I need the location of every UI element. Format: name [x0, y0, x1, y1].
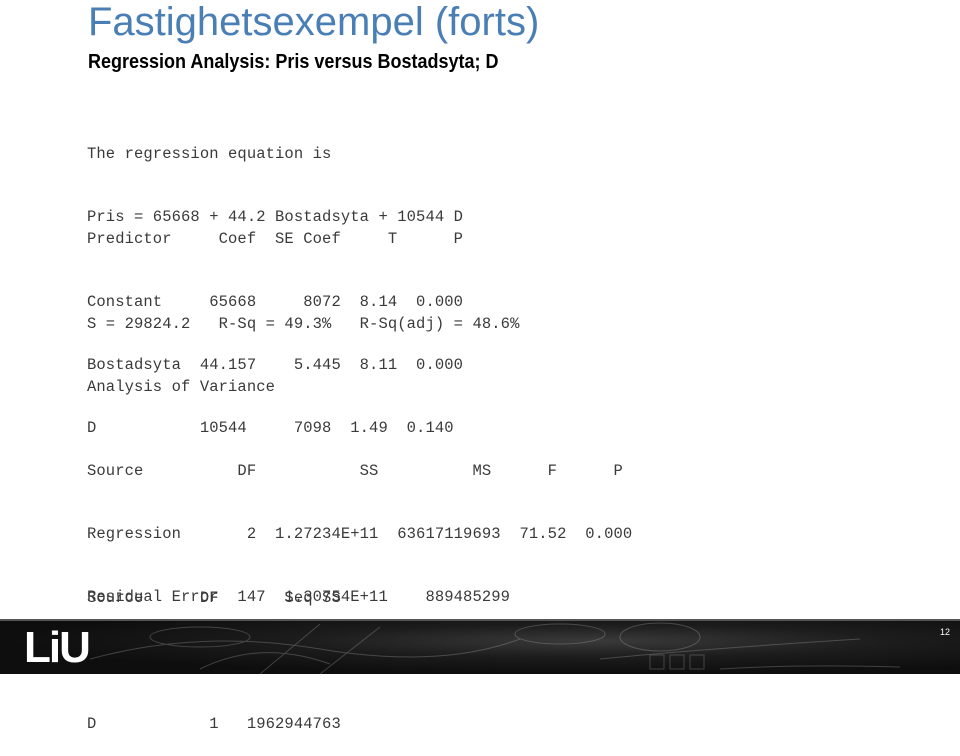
page-number: 12 — [939, 627, 950, 637]
fit-statistics: S = 29824.2 R-Sq = 49.3% R-Sq(adj) = 48.… — [87, 315, 520, 333]
coef-table-row: Bostadsyta 44.157 5.445 8.11 0.000 — [87, 356, 464, 374]
slide-title: Fastighetsexempel (forts) — [88, 0, 540, 44]
anova-title: Analysis of Variance — [87, 378, 276, 396]
chalkboard-scribbles-decoration — [89, 622, 901, 674]
coef-table-row: Constant 65668 8072 8.14 0.000 — [87, 293, 464, 311]
seq-ss-row: D 1 1962944763 — [87, 715, 341, 733]
footer-banner: LiU 12 — [0, 619, 960, 674]
seq-ss-header: Source DF Seq SS — [87, 589, 341, 607]
slide-subtitle: Regression Analysis: Pris versus Bostads… — [88, 51, 499, 73]
equation-intro: The regression equation is — [87, 145, 332, 163]
anova-table-header: Source DF SS MS F P — [87, 462, 623, 480]
anova-table-row: Regression 2 1.27234E+11 63617119693 71.… — [87, 525, 633, 543]
liu-logo: LiU — [24, 623, 91, 672]
coef-table-header: Predictor Coef SE Coef T P — [87, 230, 464, 248]
